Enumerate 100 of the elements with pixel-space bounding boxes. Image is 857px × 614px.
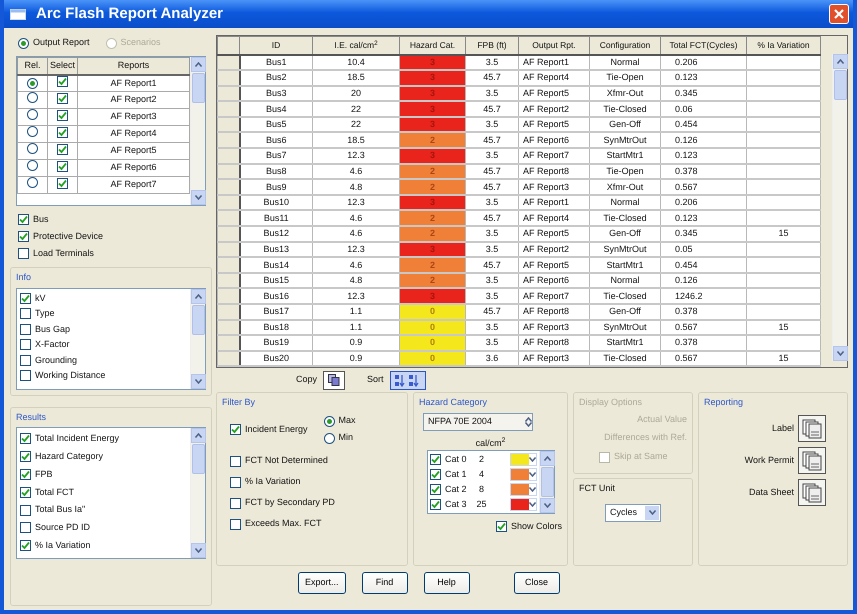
checkbox[interactable] (20, 370, 31, 382)
color-dropdown[interactable] (510, 453, 537, 466)
scrollbar[interactable] (832, 54, 847, 361)
radio-button[interactable] (27, 160, 38, 172)
checkbox[interactable] (20, 486, 31, 498)
checkbox-label: Cat 2 (445, 482, 467, 496)
checkbox[interactable] (20, 433, 31, 444)
find-button[interactable]: Find (362, 572, 408, 594)
scroll-up-button[interactable] (190, 57, 206, 72)
table-cell: Bus4 (240, 101, 312, 117)
unit-dropdown[interactable]: Cycles (605, 504, 661, 522)
checkbox[interactable] (20, 339, 31, 350)
scroll-down-button[interactable] (190, 190, 206, 205)
checkbox[interactable] (430, 484, 441, 495)
checkbox[interactable] (496, 521, 507, 532)
scroll-down-button[interactable] (190, 374, 206, 388)
checkbox[interactable] (57, 178, 68, 189)
checkbox[interactable] (20, 292, 31, 304)
radio-button[interactable] (324, 416, 335, 426)
standard-spinner[interactable]: NFPA 70E 2004 (423, 412, 533, 430)
checkbox[interactable] (230, 476, 241, 488)
table-cell: Gen-Off (590, 116, 660, 132)
checkbox[interactable] (430, 469, 441, 480)
table-cell: Bus14 (240, 257, 312, 273)
radio-button[interactable] (27, 126, 38, 138)
close-button[interactable]: Close (514, 572, 560, 594)
scroll-thumb[interactable] (192, 304, 204, 334)
scroll-down-icon (529, 502, 536, 507)
scroll-thumb[interactable] (834, 70, 846, 100)
checkbox[interactable] (57, 92, 68, 104)
checkbox[interactable] (57, 110, 68, 121)
color-dropdown[interactable] (510, 468, 537, 481)
scroll-down-button[interactable] (190, 543, 206, 558)
radio-button[interactable] (324, 432, 335, 444)
table-cell: 45.7 (466, 70, 518, 86)
checkbox[interactable] (57, 144, 68, 155)
checkbox[interactable] (230, 498, 241, 508)
scroll-thumb[interactable] (192, 444, 204, 474)
scroll-thumb[interactable] (540, 467, 554, 497)
scroll-up-button[interactable] (190, 428, 206, 443)
checkbox[interactable] (18, 231, 29, 242)
table-cell: 0.126 (660, 132, 746, 148)
radio-button[interactable] (18, 38, 29, 48)
checkbox[interactable] (230, 424, 241, 435)
table-cell: AF Report6 (518, 272, 590, 288)
close-button[interactable] (829, 4, 849, 24)
scroll-up-button[interactable] (832, 54, 848, 69)
scrollbar[interactable] (539, 451, 554, 513)
color-dropdown[interactable] (510, 498, 537, 511)
report-button[interactable] (798, 415, 826, 442)
scroll-down-icon (194, 548, 202, 553)
radio-button[interactable] (27, 92, 38, 104)
column-header: I.E. cal/cm$^{2}$ (312, 36, 400, 54)
table-cell: 3.5 (466, 272, 518, 288)
sort-button[interactable] (390, 370, 426, 390)
scrollbar[interactable] (190, 57, 205, 205)
radio-button[interactable] (27, 177, 38, 188)
scroll-thumb[interactable] (192, 73, 204, 103)
checkbox[interactable] (430, 454, 441, 465)
group-title: Info (16, 271, 32, 284)
color-dropdown[interactable] (510, 483, 537, 496)
checkbox[interactable] (20, 451, 31, 462)
group-title: Results (16, 410, 48, 424)
checkbox[interactable] (20, 522, 31, 534)
checkbox[interactable] (20, 324, 31, 335)
checkbox[interactable] (20, 504, 31, 516)
checkbox[interactable] (20, 354, 31, 366)
report-button[interactable] (798, 479, 826, 506)
checkbox[interactable] (230, 518, 241, 530)
help-button[interactable]: Help (424, 572, 470, 594)
table-cell: StartMtr1 (590, 257, 660, 273)
report-button[interactable] (798, 447, 826, 474)
table-cell: AF Report1 (78, 74, 190, 92)
table-cell: 3.5 (466, 320, 518, 336)
scroll-down-button[interactable] (540, 498, 554, 513)
table-cell: AF Report7 (518, 148, 590, 164)
group-title: Hazard Category (419, 396, 488, 409)
scrollbar[interactable] (190, 288, 205, 388)
radio-button[interactable] (27, 109, 38, 120)
export-button[interactable]: Export... (298, 572, 346, 594)
radio-button[interactable] (27, 143, 38, 154)
radio-button[interactable] (27, 78, 38, 88)
copy-button[interactable] (323, 370, 346, 390)
scrollbar[interactable] (190, 428, 205, 558)
hazard-cell: 2 (400, 257, 466, 273)
scroll-down-button[interactable] (832, 346, 848, 361)
checkbox[interactable] (57, 76, 68, 87)
checkbox[interactable] (57, 126, 68, 138)
checkbox[interactable] (230, 456, 241, 466)
checkbox[interactable] (20, 468, 31, 480)
checkbox[interactable] (57, 160, 68, 172)
scroll-up-button[interactable] (540, 451, 554, 466)
scroll-up-button[interactable] (190, 288, 206, 304)
checkbox[interactable] (18, 248, 29, 259)
checkbox[interactable] (18, 214, 29, 225)
checkbox[interactable] (20, 308, 31, 320)
table-cell: 3.5 (466, 226, 518, 242)
checkbox[interactable] (430, 499, 441, 510)
checkbox[interactable] (20, 540, 31, 552)
column-header: Rel. (18, 58, 48, 74)
